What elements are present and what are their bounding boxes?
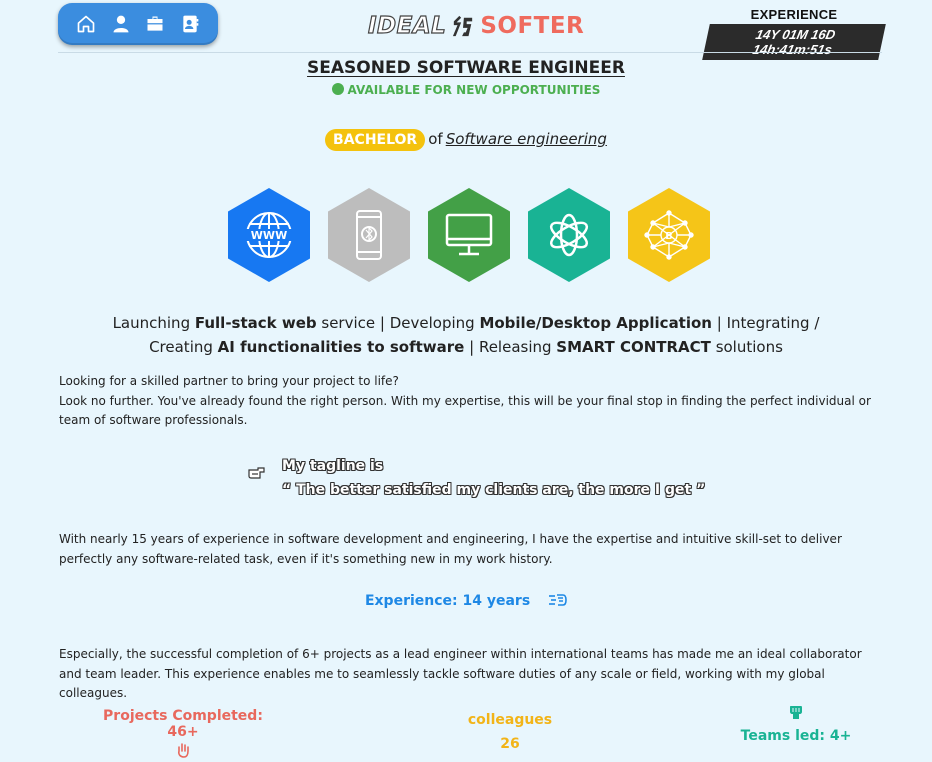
services-summary: Launching Full-stack web service | Devel… bbox=[90, 311, 842, 359]
logo-softer-text: SOFTER bbox=[480, 13, 585, 39]
tagline-label: My tagline is bbox=[282, 458, 384, 474]
nav-contact-button[interactable] bbox=[177, 11, 203, 37]
skill-desktop[interactable] bbox=[428, 188, 510, 282]
skill-web[interactable]: WWW bbox=[228, 188, 310, 282]
experience-years: Experience: 14 years bbox=[0, 593, 932, 609]
header-divider bbox=[58, 52, 882, 53]
stat-projects-text: Projects Completed: 46+ bbox=[103, 708, 263, 740]
degree-line: BACHELOR of Software engineering bbox=[0, 129, 932, 151]
tagline-quote: “ The better satisfied my clients are, t… bbox=[282, 482, 706, 498]
logo-ideal-text: IDEAL bbox=[367, 12, 447, 39]
degree-field-link[interactable]: Software engineering bbox=[446, 130, 607, 148]
svg-text:WWW: WWW bbox=[251, 229, 287, 242]
briefcase-icon bbox=[147, 16, 163, 31]
services-text-1: Launching bbox=[112, 314, 195, 332]
stat-projects-icon-wrap bbox=[86, 742, 280, 762]
service-ai: AI functionalities to software bbox=[217, 338, 465, 356]
experience-counter-label: EXPERIENCE bbox=[750, 7, 838, 22]
pointing-hand-icon bbox=[248, 467, 265, 479]
stat-teams-icon-wrap bbox=[728, 704, 864, 724]
service-smart-contract: SMART CONTRACT bbox=[556, 338, 711, 356]
stat-colleagues-label: colleagues bbox=[467, 712, 553, 728]
stat-teams-text: Teams led: 4+ bbox=[740, 728, 852, 744]
skill-icons: WWW B bbox=[228, 188, 710, 282]
lead-paragraph: Especially, the successful completion of… bbox=[59, 647, 862, 700]
skill-blockchain[interactable]: B bbox=[628, 188, 710, 282]
degree-of: of bbox=[428, 130, 443, 148]
raised-hand-icon bbox=[178, 743, 189, 758]
tagline: My tagline is “ The better satisfied my … bbox=[248, 454, 705, 502]
experience-years-text: Experience: 14 years bbox=[364, 593, 531, 609]
services-text-2: service | Developing bbox=[316, 314, 480, 332]
service-mobile-desktop: Mobile/Desktop Application bbox=[479, 314, 712, 332]
intro-paragraph: Looking for a skilled partner to bring y… bbox=[59, 372, 882, 431]
nav-home-button[interactable] bbox=[73, 11, 99, 37]
svg-text:B: B bbox=[665, 231, 673, 242]
blockchain-icon: B bbox=[644, 210, 694, 260]
skill-mobile[interactable] bbox=[328, 188, 410, 282]
contact-card-icon bbox=[183, 15, 199, 33]
services-text-4: | Releasing bbox=[464, 338, 557, 356]
experience-paragraph: With nearly 15 years of experience in so… bbox=[59, 532, 842, 566]
nav-about-button[interactable] bbox=[108, 11, 134, 37]
fist-icon bbox=[790, 706, 802, 719]
stat-colleagues-value: 26 bbox=[500, 736, 520, 752]
stat-teams: Teams led: 4+ bbox=[728, 704, 864, 744]
stat-colleagues: colleagues 26 bbox=[446, 708, 574, 756]
main-nav bbox=[58, 3, 218, 45]
nav-portfolio-button[interactable] bbox=[142, 11, 168, 37]
skill-ai[interactable] bbox=[528, 188, 610, 282]
services-text-5: solutions bbox=[710, 338, 783, 356]
availability-status: AVAILABLE FOR NEW OPPORTUNITIES bbox=[0, 83, 932, 97]
degree-badge: BACHELOR bbox=[325, 129, 426, 151]
service-fullstack: Full-stack web bbox=[194, 314, 317, 332]
intro-line-1: Looking for a skilled partner to bring y… bbox=[59, 374, 399, 388]
job-title: SEASONED SOFTWARE ENGINEER bbox=[0, 58, 932, 78]
logo-mark-icon bbox=[453, 15, 473, 37]
mobile-icon bbox=[356, 210, 382, 260]
home-icon bbox=[77, 15, 95, 33]
ai-icon bbox=[549, 213, 589, 257]
logo[interactable]: IDEAL SOFTER bbox=[367, 10, 585, 42]
intro-line-2: Look no further. You've already found th… bbox=[59, 393, 871, 428]
experience-counter-value: 14Y 01M 16D 14h:41m:51s bbox=[702, 24, 886, 60]
availability-text: AVAILABLE FOR NEW OPPORTUNITIES bbox=[347, 83, 601, 97]
stat-projects: Projects Completed: 46+ bbox=[86, 708, 280, 762]
status-dot-icon bbox=[331, 83, 344, 95]
job-title-text: SEASONED SOFTWARE ENGINEER bbox=[307, 58, 625, 78]
user-icon bbox=[113, 15, 129, 33]
fast-hand-icon bbox=[549, 594, 567, 606]
desktop-icon bbox=[445, 213, 493, 256]
web-icon: WWW bbox=[245, 212, 293, 258]
